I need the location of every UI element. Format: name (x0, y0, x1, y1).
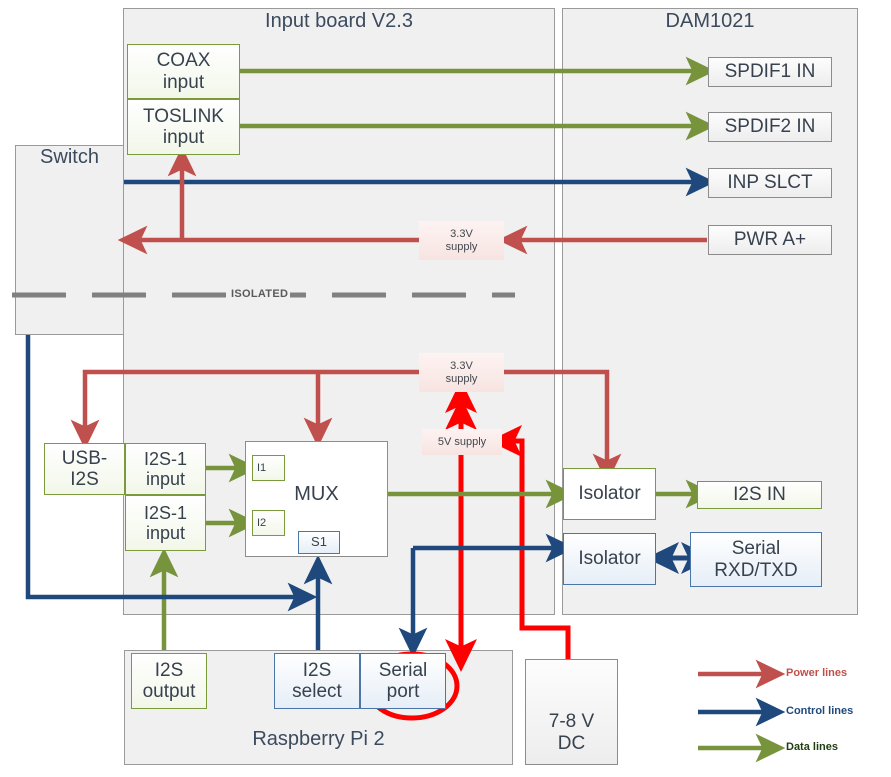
node-5v-supply[interactable]: 5V supply (422, 429, 502, 455)
node-serial-rxd-txd-line2: RXD/TXD (714, 559, 798, 581)
node-usb-i2s-line2: I2S (70, 469, 99, 490)
diagram-canvas: Input board V2.3 DAM1021 Switch Raspberr… (0, 0, 891, 777)
node-usb-i2s-line1: USB- (61, 447, 108, 469)
node-psu-7-8v-dc[interactable]: 7-8 V DC (525, 659, 618, 765)
node-i2s-select[interactable]: I2S select (274, 653, 360, 709)
node-i2s1-input-a-line2: input (145, 469, 186, 489)
node-33v-supply-top-line2: supply (445, 240, 478, 253)
node-serial-rxd-txd-line1: Serial (731, 538, 781, 560)
node-33v-supply-top-line1: 3.3V (450, 228, 473, 241)
node-psu-line1: 7-8 V (548, 711, 595, 733)
node-coax-input[interactable]: COAX input (127, 44, 240, 99)
node-isolator-control[interactable]: Isolator (563, 533, 656, 585)
node-33v-supply-bottom-line1: 3.3V (450, 360, 473, 373)
node-toslink-input[interactable]: TOSLINK input (127, 99, 240, 155)
node-pwr-a-plus[interactable]: PWR A+ (708, 225, 832, 255)
node-33v-supply-bottom[interactable]: 3.3V supply (419, 353, 504, 392)
node-mux-input-i1[interactable]: I1 (252, 455, 285, 481)
node-i2s1-input-b-line1: I2S-1 (143, 502, 188, 523)
node-mux-input-i2[interactable]: I2 (252, 510, 285, 536)
legend-label-power: Power lines (786, 667, 848, 679)
node-coax-input-line1: COAX (156, 50, 211, 72)
node-toslink-input-line2: input (162, 127, 205, 148)
node-i2s1-input-a[interactable]: I2S-1 input (125, 443, 206, 495)
legend-label-control: Control lines (786, 705, 854, 717)
node-i2s1-input-b[interactable]: I2S-1 input (125, 495, 206, 551)
node-i2s-select-line1: I2S (302, 659, 332, 681)
node-33v-supply-bottom-line2: supply (445, 372, 478, 385)
node-i2s-output-line1: I2S (154, 659, 184, 681)
node-serial-port-line1: Serial (378, 659, 428, 681)
node-i2s-in[interactable]: I2S IN (697, 481, 822, 509)
isolation-label: ISOLATED (229, 288, 291, 300)
node-mux-label: MUX (294, 482, 339, 505)
node-inp-slct[interactable]: INP SLCT (708, 168, 832, 198)
node-i2s1-input-a-line1: I2S-1 (143, 448, 188, 469)
node-33v-supply-top[interactable]: 3.3V supply (419, 221, 504, 260)
node-i2s-output-line2: output (142, 681, 196, 702)
node-spdif1-in[interactable]: SPDIF1 IN (708, 57, 832, 87)
node-isolator-data[interactable]: Isolator (563, 468, 656, 520)
node-i2s-select-line2: select (292, 681, 342, 702)
node-serial-port-line2: port (386, 681, 420, 702)
node-usb-i2s[interactable]: USB- I2S (44, 443, 125, 495)
node-coax-input-line2: input (162, 71, 205, 93)
node-spdif2-in[interactable]: SPDIF2 IN (708, 112, 832, 142)
legend-label-data: Data lines (786, 741, 838, 753)
node-i2s1-input-b-line2: input (145, 523, 186, 543)
node-serial-port[interactable]: Serial port (360, 653, 446, 709)
node-mux-select-s1[interactable]: S1 (298, 531, 340, 554)
node-psu-line2: DC (557, 732, 586, 754)
node-i2s-output[interactable]: I2S output (131, 653, 207, 709)
wire-33v-bot-to-usbi2s (70, 369, 419, 450)
wire-33v-bot-to-isolator (503, 369, 622, 484)
node-toslink-input-line1: TOSLINK (143, 105, 224, 127)
node-serial-rxd-txd[interactable]: Serial RXD/TXD (690, 532, 822, 587)
